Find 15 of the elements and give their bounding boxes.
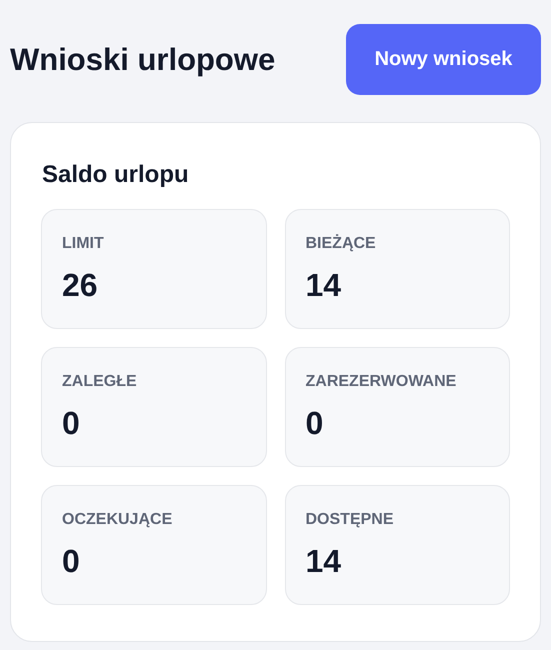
stat-label: BIEŻĄCE xyxy=(306,235,377,253)
stat-label: LIMIT xyxy=(62,235,105,253)
stat-value: 0 xyxy=(62,405,81,442)
page-title: Wnioski urlopowe xyxy=(10,42,276,78)
stat-label: ZAREZERWOWANE xyxy=(306,373,458,391)
stat-label: OCZEKUJĄCE xyxy=(62,511,174,529)
new-request-button[interactable]: Nowy wniosek xyxy=(346,24,541,95)
stat-value: 0 xyxy=(62,543,81,580)
stat-value: 26 xyxy=(62,267,99,304)
card-title: Saldo urlopu xyxy=(42,161,190,189)
stat-label: DOSTĘPNE xyxy=(306,511,395,529)
stat-value: 0 xyxy=(306,405,324,442)
stat-value: 14 xyxy=(306,267,342,304)
stat-value: 14 xyxy=(306,543,342,580)
stat-label: ZALEGŁE xyxy=(62,373,138,391)
